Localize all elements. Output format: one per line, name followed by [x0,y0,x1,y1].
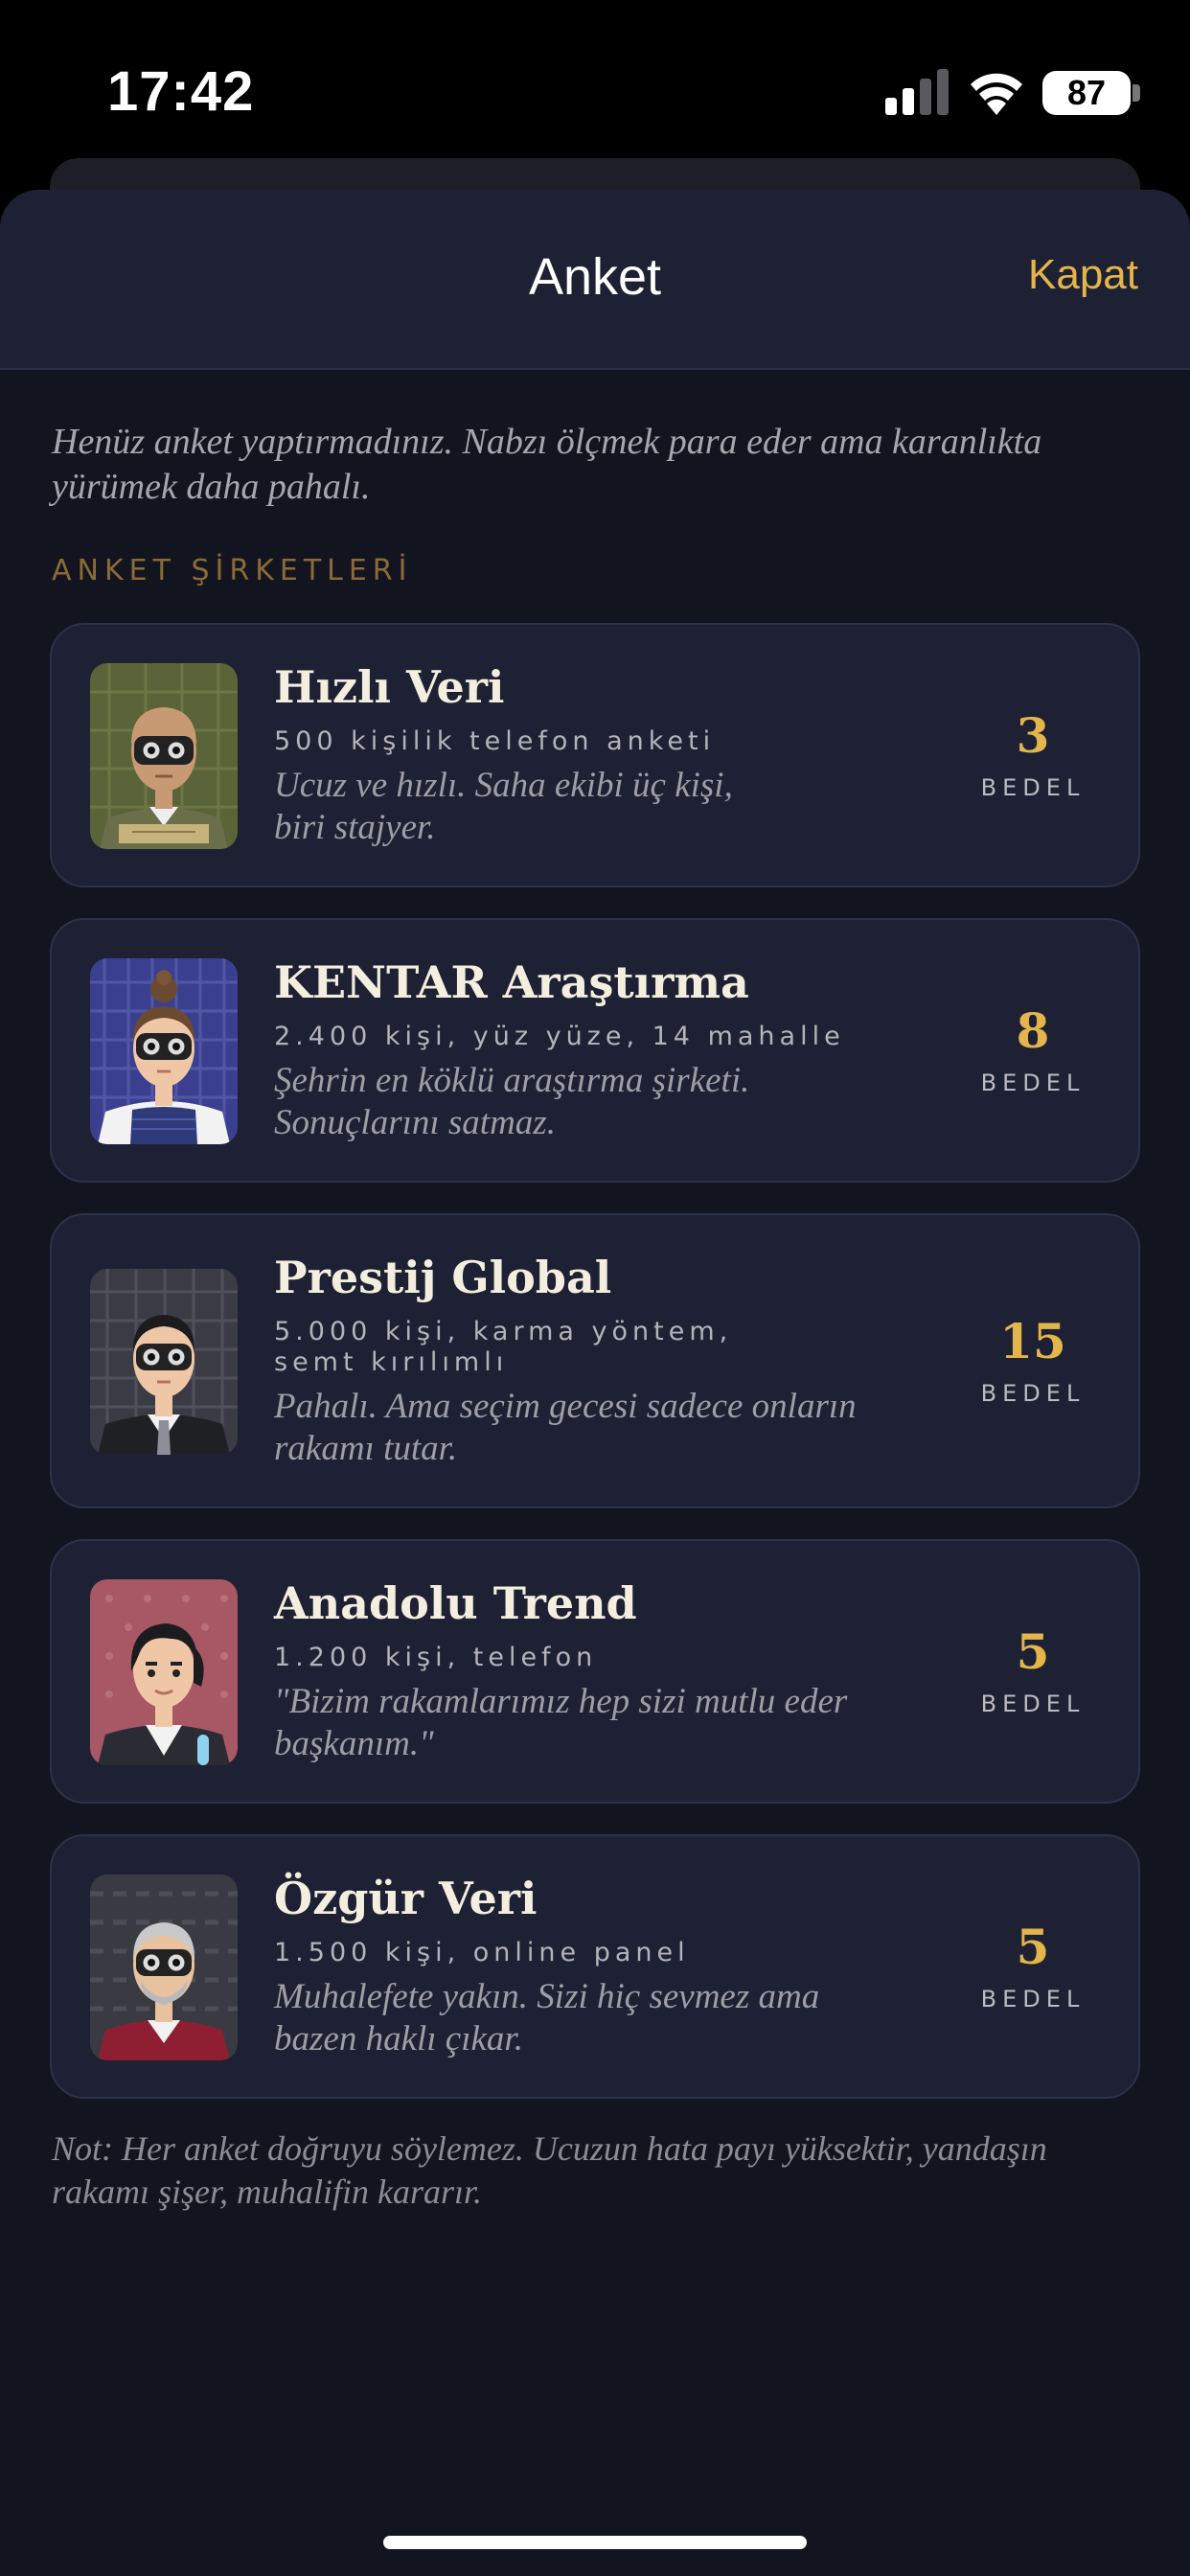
company-meta: 2.400 kişi, yüz yüze, 14 mahalle [274,1022,845,1051]
status-bar: 17:42 87 [0,0,1190,182]
company-meta: 1.200 kişi, telefon [274,1643,598,1672]
survey-sheet: Anket Kapat Henüz anket yaptırmadınız. N… [0,190,1190,2576]
status-time: 17:42 [107,60,255,123]
company-meta: 1.500 kişi, online panel [274,1938,690,1967]
company-name: Hızlı Veri [274,661,505,713]
company-name: Prestij Global [274,1252,612,1303]
avatar [90,958,238,1144]
avatar-image [90,1874,238,2060]
battery-icon: 87 [1042,71,1131,115]
sheet-header: Anket Kapat [0,190,1190,370]
company-card-ozgur-veri[interactable]: Özgür Veri 1.500 kişi, online panel Muha… [50,1834,1140,2099]
company-meta: 5.000 kişi, karma yöntem, semt kırılımlı [274,1317,733,1377]
cost-value: 8 [1016,1002,1050,1059]
avatar-image [90,663,238,849]
company-meta: 500 kişilik telefon anketi [274,726,716,756]
cost-value: 3 [1016,707,1050,764]
avatar-image [90,1579,238,1765]
cost-block: 15 BEDEL [966,1313,1100,1408]
home-indicator[interactable] [383,2536,807,2549]
screen: 17:42 87 Anket Kapat Henüz anket yaptırm… [0,0,1190,2576]
cost-block: 5 BEDEL [966,1919,1100,2013]
company-card-prestij-global[interactable]: Prestij Global 5.000 kişi, karma yöntem,… [50,1213,1140,1508]
page-title: Anket [528,248,662,306]
company-name: KENTAR Araştırma [274,956,749,1008]
wifi-icon [971,73,1022,115]
company-description: Şehrin en köklü araştırma şirketi. Sonuç… [274,1061,750,1142]
avatar-image [90,958,238,1144]
cellular-signal-icon [885,69,949,115]
company-name: Özgür Veri [274,1873,538,1924]
avatar-image [90,1269,238,1455]
avatar [90,1269,238,1455]
cost-value: 15 [999,1313,1066,1369]
cost-block: 5 BEDEL [966,1623,1100,1718]
cost-block: 8 BEDEL [966,1002,1100,1097]
cost-value: 5 [1016,1623,1050,1680]
cost-label: BEDEL [980,1380,1086,1407]
section-label: ANKET ŞİRKETLERİ [52,554,413,587]
avatar [90,1579,238,1765]
cost-value: 5 [1016,1919,1050,1975]
company-card-anadolu-trend[interactable]: Anadolu Trend 1.200 kişi, telefon "Bizim… [50,1539,1140,1804]
company-description: Pahalı. Ama seçim gecesi sadece onların … [274,1387,857,1468]
battery-nub [1133,84,1140,102]
company-name: Anadolu Trend [274,1577,637,1629]
avatar [90,1874,238,2060]
company-card-kentar[interactable]: KENTAR Araştırma 2.400 kişi, yüz yüze, 1… [50,918,1140,1183]
close-button[interactable]: Kapat [1028,251,1138,299]
company-description: Muhalefete yakın. Sizi hiç sevmez ama ba… [274,1977,820,2058]
company-card-hizli-veri[interactable]: Hızlı Veri 500 kişilik telefon anketi Uc… [50,623,1140,887]
cost-label: BEDEL [980,1690,1086,1717]
cost-label: BEDEL [980,774,1086,801]
footnote-text: Not: Her anket doğruyu söylemez. Ucuzun … [52,2129,1047,2211]
intro-text: Henüz anket yaptırmadınız. Nabzı ölçmek … [52,422,1042,507]
cost-label: BEDEL [980,1070,1086,1096]
company-description: "Bizim rakamlarımız hep sizi mutlu eder … [274,1682,848,1763]
company-description: Ucuz ve hızlı. Saha ekibi üç kişi, biri … [274,766,733,847]
avatar [90,663,238,849]
cost-block: 3 BEDEL [966,707,1100,802]
cost-label: BEDEL [980,1986,1086,2012]
